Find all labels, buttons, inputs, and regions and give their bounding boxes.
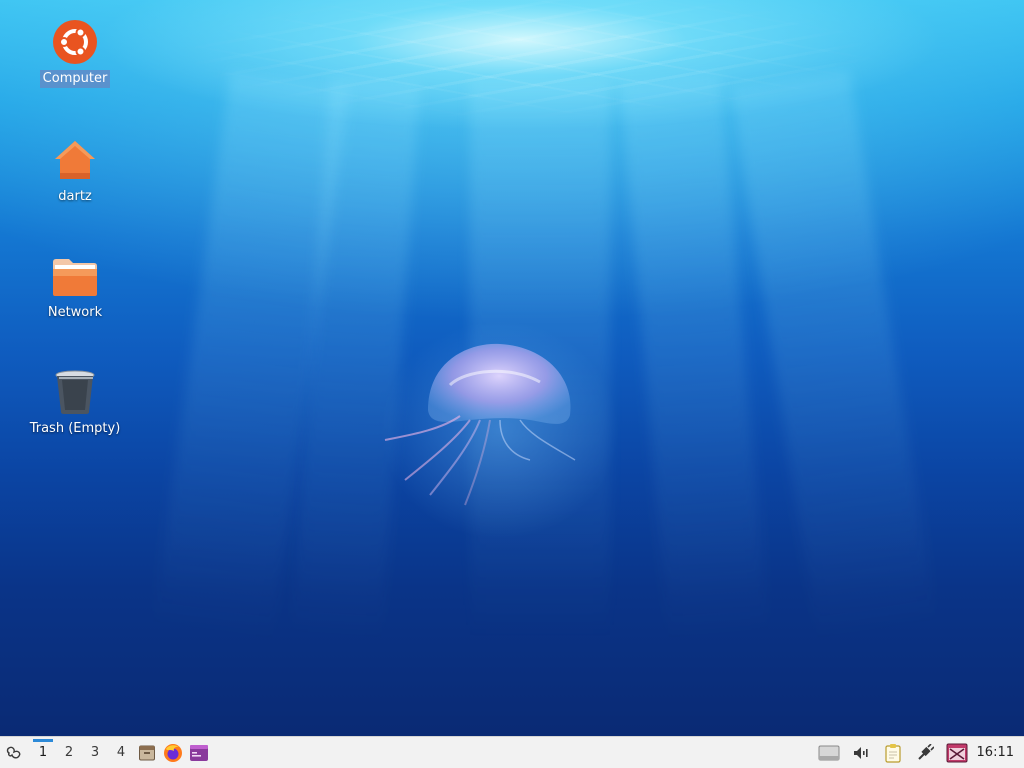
- workspace-1[interactable]: 1: [30, 737, 56, 768]
- ubuntu-logo-icon: [51, 18, 99, 66]
- desktop-icon-label: dartz: [58, 189, 92, 204]
- firefox-icon: [164, 743, 182, 762]
- screenshot-tool-icon: [946, 743, 968, 762]
- launcher-file-manager[interactable]: [134, 737, 160, 768]
- workspace-4[interactable]: 4: [108, 737, 134, 768]
- launcher-terminal[interactable]: [186, 737, 212, 768]
- volume-button[interactable]: [845, 737, 877, 768]
- screenshot-tool-button[interactable]: [941, 737, 973, 768]
- desktop-icon-network[interactable]: Network: [20, 252, 130, 322]
- water-surface: [180, 0, 880, 130]
- desktop-background[interactable]: Computer dartz Network Trash (Empty): [0, 0, 1024, 736]
- desktop-icon-label: Trash (Empty): [29, 421, 121, 436]
- desktop-icon-computer[interactable]: Computer: [20, 18, 130, 88]
- applications-menu-button[interactable]: [0, 737, 30, 768]
- folder-icon: [51, 252, 99, 300]
- panel-right-section: 16:11: [813, 737, 1024, 768]
- launcher-firefox[interactable]: [160, 737, 186, 768]
- workspace-3[interactable]: 3: [82, 737, 108, 768]
- volume-icon: [853, 746, 868, 759]
- desktop-icon-trash[interactable]: Trash (Empty): [20, 368, 130, 438]
- desktop-icon-home[interactable]: dartz: [20, 136, 130, 206]
- clock[interactable]: 16:11: [973, 737, 1024, 768]
- home-folder-icon: [51, 136, 99, 184]
- panel-left-section: 1 2 3 4: [0, 737, 212, 768]
- taskbar-panel: 1 2 3 4 16:11: [0, 736, 1024, 768]
- desktop-icon-label: Computer: [39, 70, 111, 88]
- clipboard-manager-button[interactable]: [877, 737, 909, 768]
- workspace-2[interactable]: 2: [56, 737, 82, 768]
- files-archive-icon: [139, 745, 155, 760]
- desktop-icon-label: Network: [47, 305, 103, 320]
- network-status-button[interactable]: [909, 737, 941, 768]
- terminal-window-icon: [190, 744, 208, 761]
- jellyfish-image: [384, 343, 576, 506]
- xubuntu-menu-icon: [6, 746, 21, 758]
- trash-icon: [51, 368, 99, 416]
- clipboard-icon: [884, 743, 901, 763]
- network-wired-icon: [917, 743, 934, 760]
- removable-drive-button[interactable]: [813, 737, 845, 768]
- removable-drive-icon: [818, 745, 840, 760]
